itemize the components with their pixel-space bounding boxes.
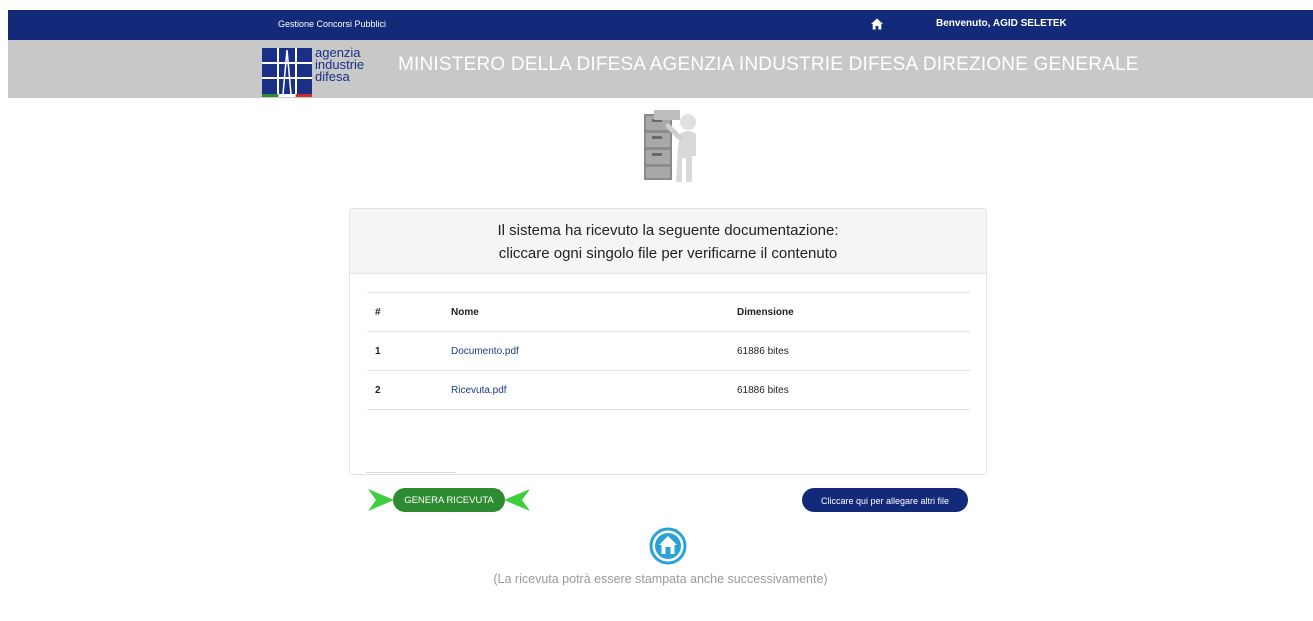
row-size: 61886 bites: [729, 370, 970, 410]
row-size: 61886 bites: [729, 331, 970, 371]
panel-heading-line1: Il sistema ha ricevuto la seguente docum…: [497, 222, 839, 239]
panel-heading: Il sistema ha ricevuto la seguente docum…: [350, 209, 986, 274]
home-circle-icon[interactable]: [649, 527, 687, 565]
top-navbar: Gestione Concorsi Pubblici Benvenuto, AG…: [8, 10, 1313, 40]
files-table: # Nome Dimensione 1 Documento.pdf 61886 …: [367, 292, 970, 410]
page-frame: Gestione Concorsi Pubblici Benvenuto, AG…: [8, 10, 1313, 621]
home-icon[interactable]: [870, 17, 884, 31]
receipt-print-note: (La ricevuta potrà essere stampata anche…: [493, 572, 828, 586]
arrow-left-pointer-icon: [504, 489, 530, 511]
arrow-right-pointer-icon: [368, 489, 394, 511]
row-name-cell: Ricevuta.pdf: [443, 370, 729, 410]
received-documents-panel: Il sistema ha ricevuto la seguente docum…: [349, 208, 987, 475]
panel-scrollbar[interactable]: [366, 472, 456, 473]
logo-wordmark: agenzia industrie difesa: [315, 45, 365, 84]
row-name-cell: Documento.pdf: [443, 331, 729, 371]
navbar-brand-link[interactable]: Gestione Concorsi Pubblici: [278, 19, 386, 29]
file-link-documento[interactable]: Documento.pdf: [451, 346, 519, 357]
table-row: 2 Ricevuta.pdf 61886 bites: [367, 370, 970, 410]
welcome-user-label[interactable]: Benvenuto, AGID SELETEK: [936, 18, 1067, 29]
table-header-row: # Nome Dimensione: [367, 292, 970, 332]
row-number: 2: [367, 370, 443, 410]
archive-cabinet-person-illustration: [644, 110, 696, 182]
panel-heading-line2: cliccare ogni singolo file per verificar…: [498, 245, 838, 262]
col-header-name: Nome: [443, 292, 729, 332]
allega-altri-file-button[interactable]: Cliccare qui per allegare altri file: [802, 488, 968, 512]
file-link-ricevuta[interactable]: Ricevuta.pdf: [451, 385, 507, 396]
col-header-number: #: [367, 292, 443, 332]
ministry-title: MINISTERO DELLA DIFESA AGENZIA INDUSTRIE…: [398, 54, 1139, 75]
table-row: 1 Documento.pdf 61886 bites: [367, 331, 970, 371]
col-header-size: Dimensione: [729, 292, 970, 332]
row-number: 1: [367, 331, 443, 371]
genera-ricevuta-button[interactable]: GENERA RICEVUTA: [393, 488, 505, 512]
